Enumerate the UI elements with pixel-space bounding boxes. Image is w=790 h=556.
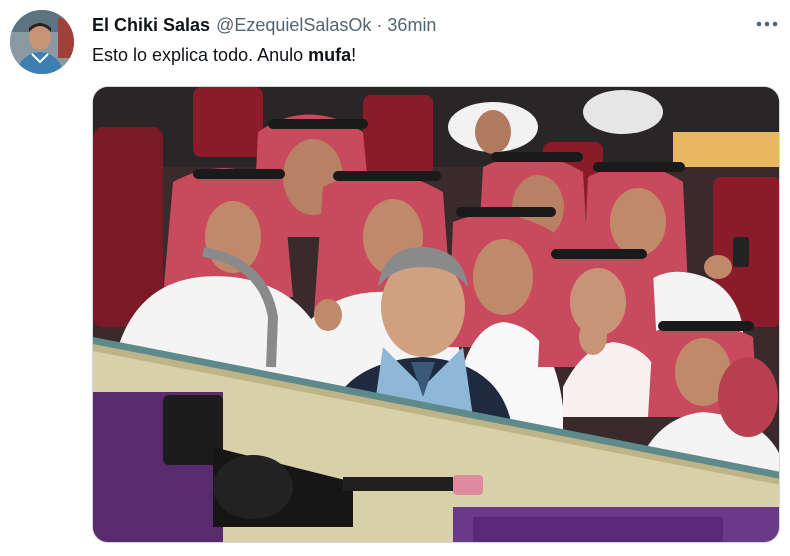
tweet-text-end: !: [351, 45, 357, 65]
tweet-photo[interactable]: [92, 86, 780, 543]
tweet-timestamp[interactable]: 36min: [387, 15, 436, 36]
more-horizontal-icon: [756, 21, 778, 27]
more-options-button[interactable]: [752, 12, 782, 36]
author-display-name[interactable]: El Chiki Salas: [92, 15, 210, 36]
tweet-text: Esto lo explica todo. Anulo mufa!: [92, 43, 356, 67]
tweet-card: El Chiki Salas @EzequielSalasOk · 36min …: [0, 0, 790, 556]
author-avatar[interactable]: [10, 10, 74, 74]
tweet-text-bold: mufa: [308, 45, 352, 65]
separator-dot: ·: [376, 14, 383, 35]
tweet-header: El Chiki Salas @EzequielSalasOk · 36min: [92, 13, 436, 37]
tweet-text-start: Esto lo explica todo. Anulo: [92, 45, 309, 65]
stadium-photo-illustration: [93, 87, 779, 542]
avatar-image: [10, 10, 74, 74]
author-handle[interactable]: @EzequielSalasOk: [216, 15, 371, 36]
